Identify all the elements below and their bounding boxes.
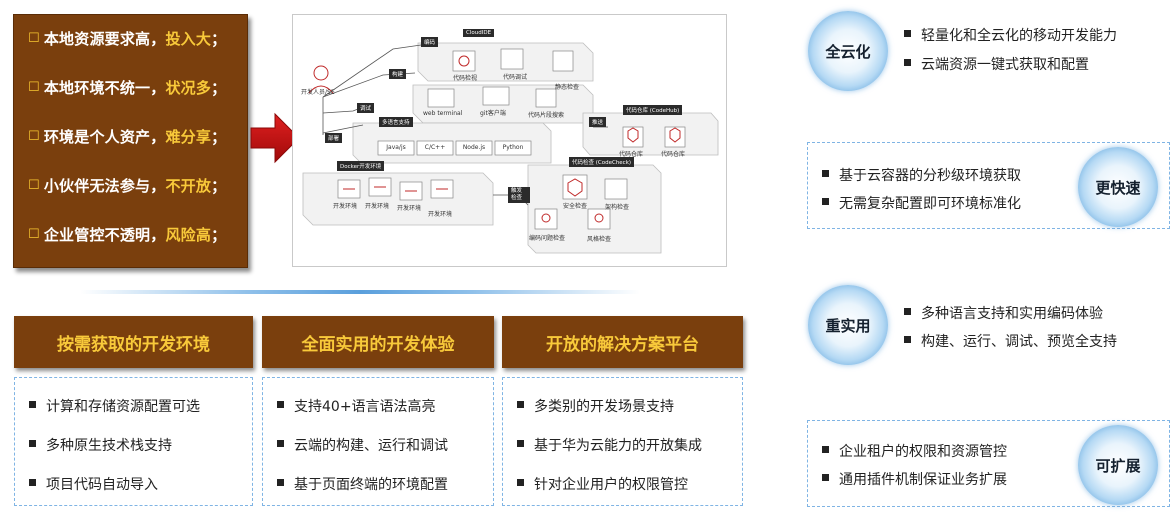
lang-title: 多语言支持	[379, 117, 413, 127]
env-item: 开发环境	[397, 205, 422, 212]
square-bullet-icon	[822, 170, 829, 177]
checkbox-bullet-icon: ☐	[28, 80, 40, 95]
list-item: 多种语言支持和实用编码体验	[904, 303, 1103, 323]
square-bullet-icon	[904, 336, 911, 343]
list-item: 云端的构建、运行和调试	[277, 435, 493, 474]
problems-panel: ☐ 本地资源要求高，投入大； ☐ 本地环境不统一，状况多； ☐ 环境是个人资产，…	[13, 14, 248, 268]
list-item: 针对企业用户的权限管控	[517, 474, 742, 513]
feature-panel: 企业租户的权限和资源管控 通用插件机制保证业务扩展 可扩展	[807, 420, 1170, 507]
feature-badge: 可扩展	[1078, 425, 1158, 505]
square-bullet-icon	[904, 59, 911, 66]
env-item: 开发环境	[333, 203, 358, 210]
square-bullet-icon	[29, 440, 36, 447]
list-item: 通用插件机制保证业务扩展	[822, 469, 1007, 489]
list-item: 多类别的开发场景支持	[517, 396, 742, 435]
trigger-label: 触发检查	[508, 187, 530, 203]
column-title: 开放的解决方案平台	[502, 316, 743, 368]
checkbox-bullet-icon: ☐	[28, 227, 40, 242]
cloudide-label: CloudIDE	[463, 29, 495, 37]
list-item: 多种原生技术栈支持	[29, 435, 252, 474]
codecheck-title: 代码检查 (CodeCheck)	[569, 157, 635, 167]
lang-item: Python	[502, 144, 524, 151]
flow-label: 调试	[357, 103, 375, 113]
square-bullet-icon	[822, 474, 829, 481]
checkbox-bullet-icon: ☐	[28, 178, 40, 193]
square-bullet-icon	[904, 30, 911, 37]
square-bullet-icon	[277, 440, 284, 447]
list-item: 无需复杂配置即可环境标准化	[822, 193, 1021, 213]
lang-item: C/C++	[424, 144, 446, 151]
square-bullet-icon	[904, 308, 911, 315]
codecheck-item: 风格检查	[587, 236, 612, 243]
codecheck-item: 安全检查	[563, 203, 588, 210]
flow-label: 构建	[389, 69, 407, 79]
env-item: 开发环境	[428, 211, 453, 218]
problem-item: ☐ 小伙伴无法参与，不开放；	[28, 177, 227, 195]
column-title: 全面实用的开发体验	[262, 316, 494, 368]
feature-panel: 重实用 多种语言支持和实用编码体验 构建、运行、调试、预览全支持	[807, 282, 1170, 369]
list-item: 基于云容器的分秒级环境获取	[822, 165, 1021, 185]
square-bullet-icon	[29, 401, 36, 408]
codecheck-item: 架构检查	[605, 204, 630, 211]
docker-title: Docker开发环境	[337, 161, 385, 171]
flow-label: 编码	[421, 37, 439, 47]
column-body: 计算和存储资源配置可选 多种原生技术栈支持 项目代码自动导入	[14, 377, 253, 506]
cloudide-item: 代码调试	[503, 74, 528, 81]
lang-item: Node.js	[462, 144, 486, 151]
cloudide-item: web terminal	[423, 110, 463, 117]
list-item: 轻量化和全云化的移动开发能力	[904, 25, 1117, 45]
list-item: 企业租户的权限和资源管控	[822, 441, 1007, 461]
square-bullet-icon	[517, 440, 524, 447]
codehub-title: 代码仓库 (CodeHub)	[623, 105, 683, 115]
column-body: 支持40+语言语法高亮 云端的构建、运行和调试 基于页面终端的环境配置	[262, 377, 494, 506]
list-item: 计算和存储资源配置可选	[29, 396, 252, 435]
checkbox-bullet-icon: ☐	[28, 129, 40, 144]
env-item: 开发环境	[365, 203, 390, 210]
checkbox-bullet-icon: ☐	[28, 31, 40, 46]
cloudide-item: 静态检查	[555, 84, 580, 91]
feature-panel: 全云化 轻量化和全云化的移动开发能力 云端资源一键式获取和配置	[807, 8, 1170, 95]
cloudide-item: 代码片段搜索	[528, 112, 565, 119]
square-bullet-icon	[277, 479, 284, 486]
list-item: 项目代码自动导入	[29, 474, 252, 513]
problem-item: ☐ 本地资源要求高，投入大；	[28, 30, 227, 48]
square-bullet-icon	[517, 479, 524, 486]
lang-item: Java/js	[386, 144, 406, 151]
codecheck-item: 编码问题检查	[529, 235, 566, 242]
list-item: 构建、运行、调试、预览全支持	[904, 331, 1117, 351]
square-bullet-icon	[277, 401, 284, 408]
architecture-diagram: 开发人员/SE 编码 构建 调试 部署 CloudIDE 代码检视 代码调试 静…	[292, 14, 727, 267]
list-item: 基于华为云能力的开放集成	[517, 435, 742, 474]
problem-item: ☐ 企业管控不透明，风险高；	[28, 226, 227, 244]
feature-panel: 基于云容器的分秒级环境获取 无需复杂配置即可环境标准化 更快速	[807, 142, 1170, 229]
feature-badge: 更快速	[1078, 147, 1158, 227]
feature-badge: 重实用	[808, 285, 888, 365]
divider	[80, 290, 640, 294]
feature-badge: 全云化	[808, 11, 888, 91]
square-bullet-icon	[822, 446, 829, 453]
square-bullet-icon	[822, 198, 829, 205]
list-item: 基于页面终端的环境配置	[277, 474, 493, 513]
problem-item: ☐ 本地环境不统一，状况多；	[28, 79, 227, 97]
problem-item: ☐ 环境是个人资产，难分享；	[28, 128, 227, 146]
push-label: 推送	[589, 117, 607, 127]
cloudide-item: git客户端	[480, 110, 506, 117]
developer-label: 开发人员/SE	[301, 89, 335, 96]
codehub-item: 代码仓库	[661, 151, 686, 158]
square-bullet-icon	[29, 479, 36, 486]
list-item: 支持40+语言语法高亮	[277, 396, 493, 435]
cloudide-item: 代码检视	[453, 75, 478, 82]
list-item: 云端资源一键式获取和配置	[904, 54, 1089, 74]
flow-label: 部署	[325, 133, 343, 143]
column-body: 多类别的开发场景支持 基于华为云能力的开放集成 针对企业用户的权限管控	[502, 377, 743, 506]
column-title: 按需获取的开发环境	[14, 316, 253, 368]
square-bullet-icon	[517, 401, 524, 408]
